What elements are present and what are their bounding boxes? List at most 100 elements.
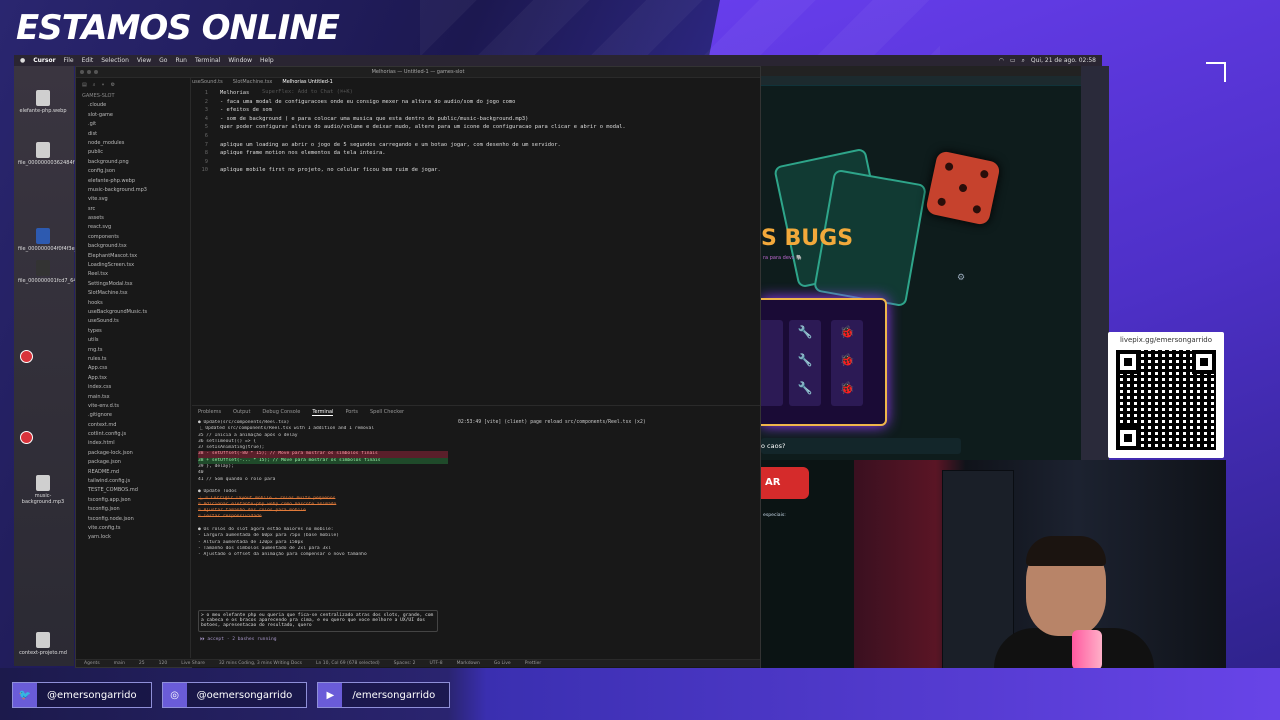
explorer-root[interactable]: GAMES-SLOT	[76, 92, 190, 101]
explorer-item[interactable]: main.tsx	[76, 393, 190, 402]
desktop-file-icon[interactable]: music-background.mp3	[18, 475, 68, 505]
editor-line[interactable]: 10 aplique mobile first no projeto, no ce…	[192, 166, 760, 175]
explorer-item[interactable]: .cloude	[76, 101, 190, 110]
menu-window[interactable]: Window	[228, 57, 252, 64]
tab-slotmachine[interactable]: SlotMachine.tsx	[233, 79, 273, 89]
explorer-item[interactable]: vite-env.d.ts	[76, 402, 190, 411]
editor-line[interactable]: 6	[192, 132, 760, 141]
panel-tab-spell-checker[interactable]: Spell Checker	[370, 409, 404, 416]
explorer-item[interactable]: hooks	[76, 299, 190, 308]
tab-melhorias[interactable]: Melhorias Untitled-1	[282, 79, 332, 89]
explorer-item[interactable]: background.png	[76, 158, 190, 167]
editor-line[interactable]: 8 aplique frame motion nos elementos da t…	[192, 149, 760, 158]
git-icon[interactable]: ⑂	[102, 82, 105, 88]
explorer-item[interactable]: background.tsx	[76, 242, 190, 251]
explorer-item[interactable]: types	[76, 327, 190, 336]
gear-icon[interactable]: ⚙	[111, 82, 115, 88]
panel-tab-terminal[interactable]: Terminal	[312, 409, 334, 416]
explorer-item[interactable]: slot-game	[76, 111, 190, 120]
explorer-item[interactable]: dist	[76, 130, 190, 139]
explorer-item[interactable]: TESTE_COMBOS.md	[76, 486, 190, 495]
statusbar-item[interactable]: 25	[139, 661, 145, 666]
menubar-app-name[interactable]: Cursor	[33, 57, 55, 64]
desktop-file-icon[interactable]: file_000000004f0f4f3e_bf1ae...	[18, 228, 96, 252]
explorer-item[interactable]: music-background.mp3	[76, 186, 190, 195]
explorer-item[interactable]: utils	[76, 336, 190, 345]
explorer-item[interactable]: config.json	[76, 167, 190, 176]
menu-edit[interactable]: Edit	[82, 57, 94, 64]
explorer-item[interactable]: README.md	[76, 468, 190, 477]
statusbar-item[interactable]: Markdown	[457, 661, 480, 666]
explorer-item[interactable]: tsconfig.json	[76, 505, 190, 514]
menubar-clock[interactable]: Qui, 21 de ago. 02:58	[1031, 57, 1096, 64]
editor-line[interactable]: 5 quer poder configurar altura do audio/v…	[192, 123, 760, 132]
editor-line[interactable]: 4 - som de background ( e para colocar um…	[192, 115, 760, 124]
terminal-claude[interactable]: ● Update(src/components/Reel.tsx) ⎿ Upda…	[198, 420, 448, 559]
explorer-item[interactable]: index.css	[76, 383, 190, 392]
statusbar-item[interactable]: Ln 10, Col 69 (678 selected)	[316, 661, 380, 666]
files-icon[interactable]: ▤	[82, 82, 87, 88]
explorer-item[interactable]: SettingsModal.tsx	[76, 280, 190, 289]
explorer-item[interactable]: components	[76, 233, 190, 242]
menu-help[interactable]: Help	[260, 57, 274, 64]
explorer-item[interactable]: vite.svg	[76, 195, 190, 204]
editor-line[interactable]: 7 aplique um loading ao abrir o jogo de 5…	[192, 141, 760, 150]
explorer-item[interactable]: react.svg	[76, 223, 190, 232]
explorer-item[interactable]: cotlint.config.js	[76, 430, 190, 439]
statusbar-item[interactable]: main	[114, 661, 125, 666]
desktop-file-icon[interactable]: file_00000000362484f78_87.webp	[18, 142, 105, 166]
explorer-item[interactable]: index.html	[76, 439, 190, 448]
maximize-window-icon[interactable]	[94, 70, 98, 74]
menu-run[interactable]: Run	[175, 57, 187, 64]
explorer-item[interactable]: useSound.ts	[76, 317, 190, 326]
statusbar-item[interactable]: Prettier	[525, 661, 542, 666]
explorer-item[interactable]: .git	[76, 120, 190, 129]
panel-tab-problems[interactable]: Problems	[198, 409, 221, 416]
menu-view[interactable]: View	[137, 57, 151, 64]
menu-terminal[interactable]: Terminal	[195, 57, 220, 64]
desktop-file-icon[interactable]: elefante-php.webp	[18, 90, 68, 114]
explorer-item[interactable]: src	[76, 205, 190, 214]
statusbar-item[interactable]: 32 mins Coding, 3 mins Writing Docs	[219, 661, 302, 666]
panel-tab-debug-console[interactable]: Debug Console	[262, 409, 300, 416]
settings-gear-icon[interactable]: ⚙	[957, 273, 965, 283]
search-icon[interactable]: ⌕	[93, 82, 96, 88]
explorer-item[interactable]: .gitignore	[76, 411, 190, 420]
prompt-input[interactable]: > o meu elefante php eu queria que fica-…	[198, 610, 438, 632]
tab-usesound[interactable]: useSound.ts	[192, 79, 223, 89]
social-youtube[interactable]: ▶ /emersongarrido	[317, 682, 451, 708]
explorer-item[interactable]: App.tsx	[76, 374, 190, 383]
explorer-item[interactable]: tsconfig.node.json	[76, 515, 190, 524]
statusbar-item[interactable]: Spaces: 2	[394, 661, 416, 666]
close-window-icon[interactable]	[80, 70, 84, 74]
menu-selection[interactable]: Selection	[101, 57, 129, 64]
explorer-item[interactable]: vite.config.ts	[76, 524, 190, 533]
explorer-item[interactable]: elefante-php.webp	[76, 177, 190, 186]
explorer-item[interactable]: context.md	[76, 421, 190, 430]
statusbar-item[interactable]: UTF-8	[429, 661, 442, 666]
statusbar-item[interactable]: Live Share	[181, 661, 205, 666]
search-icon[interactable]: ⌕	[1022, 57, 1025, 65]
menu-go[interactable]: Go	[159, 57, 167, 64]
statusbar-item[interactable]: Go Live	[494, 661, 511, 666]
statusbar-item[interactable]: Agents	[84, 661, 100, 666]
editor-line[interactable]: 3 - efeitos de som	[192, 106, 760, 115]
desktop-file-icon[interactable]: file_000000001fcd7_64a...	[18, 260, 84, 284]
explorer-item[interactable]: ElephantMascot.tsx	[76, 252, 190, 261]
explorer-item[interactable]: package.json	[76, 458, 190, 467]
explorer-item[interactable]: rng.ts	[76, 346, 190, 355]
social-twitter[interactable]: 🐦 @emersongarrido	[12, 682, 152, 708]
play-button[interactable]: AR	[761, 467, 809, 499]
minimize-window-icon[interactable]	[87, 70, 91, 74]
code-editor[interactable]: 1 Melhorias 2 - faca uma modal de configura…	[192, 89, 760, 409]
explorer-item[interactable]: public	[76, 148, 190, 157]
browser-address-bar[interactable]	[761, 76, 1081, 86]
explorer-item[interactable]: yarn.lock	[76, 533, 190, 542]
explorer-item[interactable]: tsconfig.app.json	[76, 496, 190, 505]
battery-icon[interactable]: ▭	[1010, 57, 1016, 64]
explorer-item[interactable]: rules.ts	[76, 355, 190, 364]
explorer-item[interactable]: LoadingScreen.tsx	[76, 261, 190, 270]
explorer-item[interactable]: package-lock.json	[76, 449, 190, 458]
menu-file[interactable]: File	[64, 57, 74, 64]
wifi-icon[interactable]: ◠	[999, 57, 1004, 64]
